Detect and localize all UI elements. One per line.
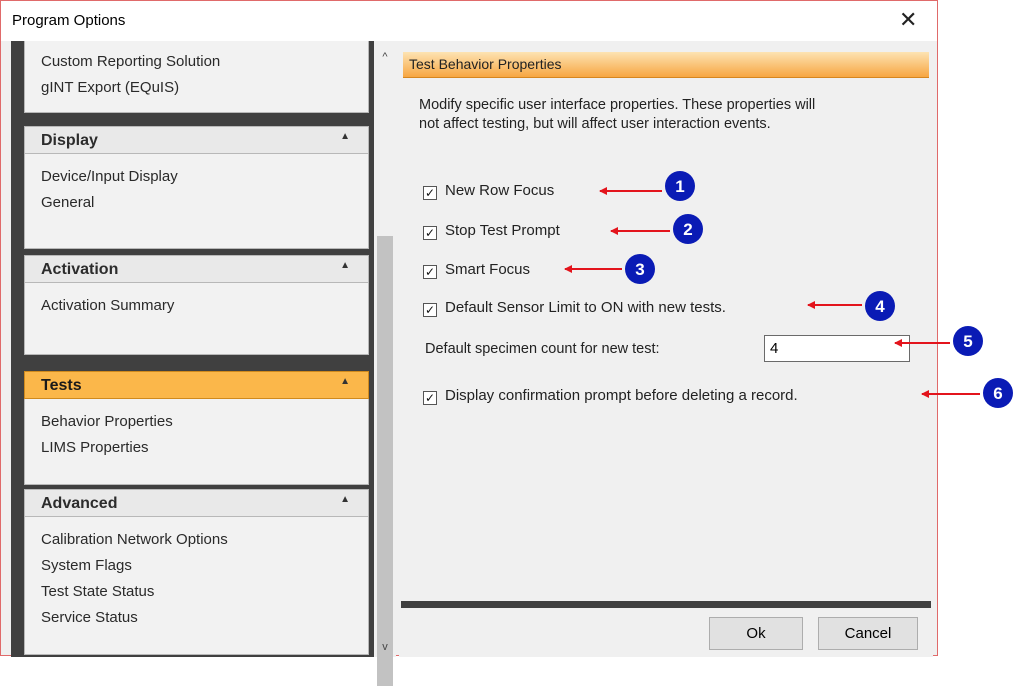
nav-item[interactable]: gINT Export (EQuIS) — [25, 75, 368, 101]
callout-number: 6 — [993, 384, 1002, 403]
checkbox[interactable]: ✓ — [423, 303, 437, 317]
callout-number: 5 — [963, 332, 972, 351]
nav-item[interactable]: Calibration Network Options — [25, 527, 368, 553]
nav-section-title: Advanced — [41, 495, 118, 512]
title-bar: Program Options ✕ — [1, 1, 937, 41]
nav-item[interactable]: Custom Reporting Solution — [25, 49, 368, 75]
nav-item[interactable]: System Flags — [25, 553, 368, 579]
close-icon[interactable]: ✕ — [899, 8, 917, 32]
chevron-up-icon[interactable]: ▲ — [340, 260, 350, 271]
nav-section-body: Calibration Network Options System Flags T… — [24, 517, 369, 655]
footer-divider — [401, 601, 931, 608]
nav-section-body: Activation Summary — [24, 283, 369, 355]
scroll-down-icon[interactable]: v — [374, 641, 396, 653]
nav-section-activation: Activation ▲ Activation Summary — [24, 255, 369, 355]
option-stop-test-prompt[interactable]: ✓ Stop Test Prompt — [423, 221, 560, 241]
nav-section-advanced: Advanced ▲ Calibration Network Options Syst… — [24, 489, 369, 655]
section-description: Modify specific user interface propertie… — [419, 97, 816, 132]
nav-section-header[interactable]: Activation ▲ — [24, 255, 369, 283]
window-title: Program Options — [12, 12, 126, 29]
specimen-count-label: Default specimen count for new test: — [425, 341, 660, 357]
nav-item[interactable]: Test State Status — [25, 579, 368, 605]
callout-marker-6 — [983, 378, 1013, 408]
cancel-button[interactable]: Cancel — [818, 617, 918, 650]
nav-section-header[interactable]: Tests ▲ — [24, 371, 369, 399]
section-title: Test Behavior Properties — [409, 56, 562, 72]
nav-item[interactable]: Device/Input Display — [25, 164, 368, 190]
nav-section-body: Device/Input Display General — [24, 154, 369, 249]
nav-item[interactable]: General — [25, 190, 368, 216]
chevron-up-icon[interactable]: ▲ — [340, 131, 350, 142]
options-navigation: Custom Reporting Solution gINT Export (EQ… — [11, 41, 374, 657]
chevron-up-icon[interactable]: ▲ — [340, 494, 350, 505]
nav-item[interactable]: LIMS Properties — [25, 435, 368, 461]
callout-marker-5 — [953, 326, 983, 356]
option-label: Smart Focus — [445, 261, 531, 278]
option-label: New Row Focus — [445, 182, 555, 199]
nav-item[interactable]: Service Status — [25, 605, 368, 631]
section-header: Test Behavior Properties — [403, 52, 929, 78]
options-content: Test Behavior Properties Modify specific… — [399, 46, 933, 657]
option-new-row-focus[interactable]: ✓ New Row Focus — [423, 181, 554, 201]
ok-button[interactable]: Ok — [709, 617, 803, 650]
nav-top-list: Custom Reporting Solution gINT Export (EQ… — [24, 41, 369, 113]
checkbox[interactable]: ✓ — [423, 265, 437, 279]
nav-section-title: Activation — [41, 261, 119, 278]
nav-section-header[interactable]: Display ▲ — [24, 126, 369, 154]
nav-section-title: Display — [41, 132, 98, 149]
option-label: Default Sensor Limit to ON with new test… — [445, 299, 726, 316]
checkbox[interactable]: ✓ — [423, 226, 437, 240]
option-label: Stop Test Prompt — [445, 222, 560, 239]
checkbox[interactable]: ✓ — [423, 186, 437, 200]
scroll-thumb[interactable] — [377, 236, 393, 686]
specimen-count-input[interactable] — [764, 335, 910, 362]
nav-section-display: Display ▲ Device/Input Display General — [24, 126, 369, 249]
option-label: Display confirmation prompt before delet… — [445, 387, 798, 404]
chevron-up-icon[interactable]: ▲ — [340, 376, 350, 387]
nav-section-tests: Tests ▲ Behavior Properties LIMS Properties — [24, 371, 369, 485]
nav-scrollbar[interactable]: ^ v — [374, 41, 396, 686]
checkbox[interactable]: ✓ — [423, 391, 437, 405]
option-default-sensor-limit[interactable]: ✓ Default Sensor Limit to ON with new tes… — [423, 298, 726, 318]
nav-item[interactable]: Behavior Properties — [25, 409, 368, 435]
nav-section-body: Behavior Properties LIMS Properties — [24, 399, 369, 485]
option-confirm-delete[interactable]: ✓ Display confirmation prompt before dele… — [423, 386, 798, 406]
nav-item[interactable]: Activation Summary — [25, 293, 368, 319]
program-options-window: Program Options ✕ Custom Reporting Solut… — [0, 0, 938, 686]
nav-section-header[interactable]: Advanced ▲ — [24, 489, 369, 517]
nav-section-title: Tests — [41, 377, 82, 394]
scroll-up-icon[interactable]: ^ — [374, 51, 396, 63]
option-smart-focus[interactable]: ✓ Smart Focus — [423, 260, 530, 280]
